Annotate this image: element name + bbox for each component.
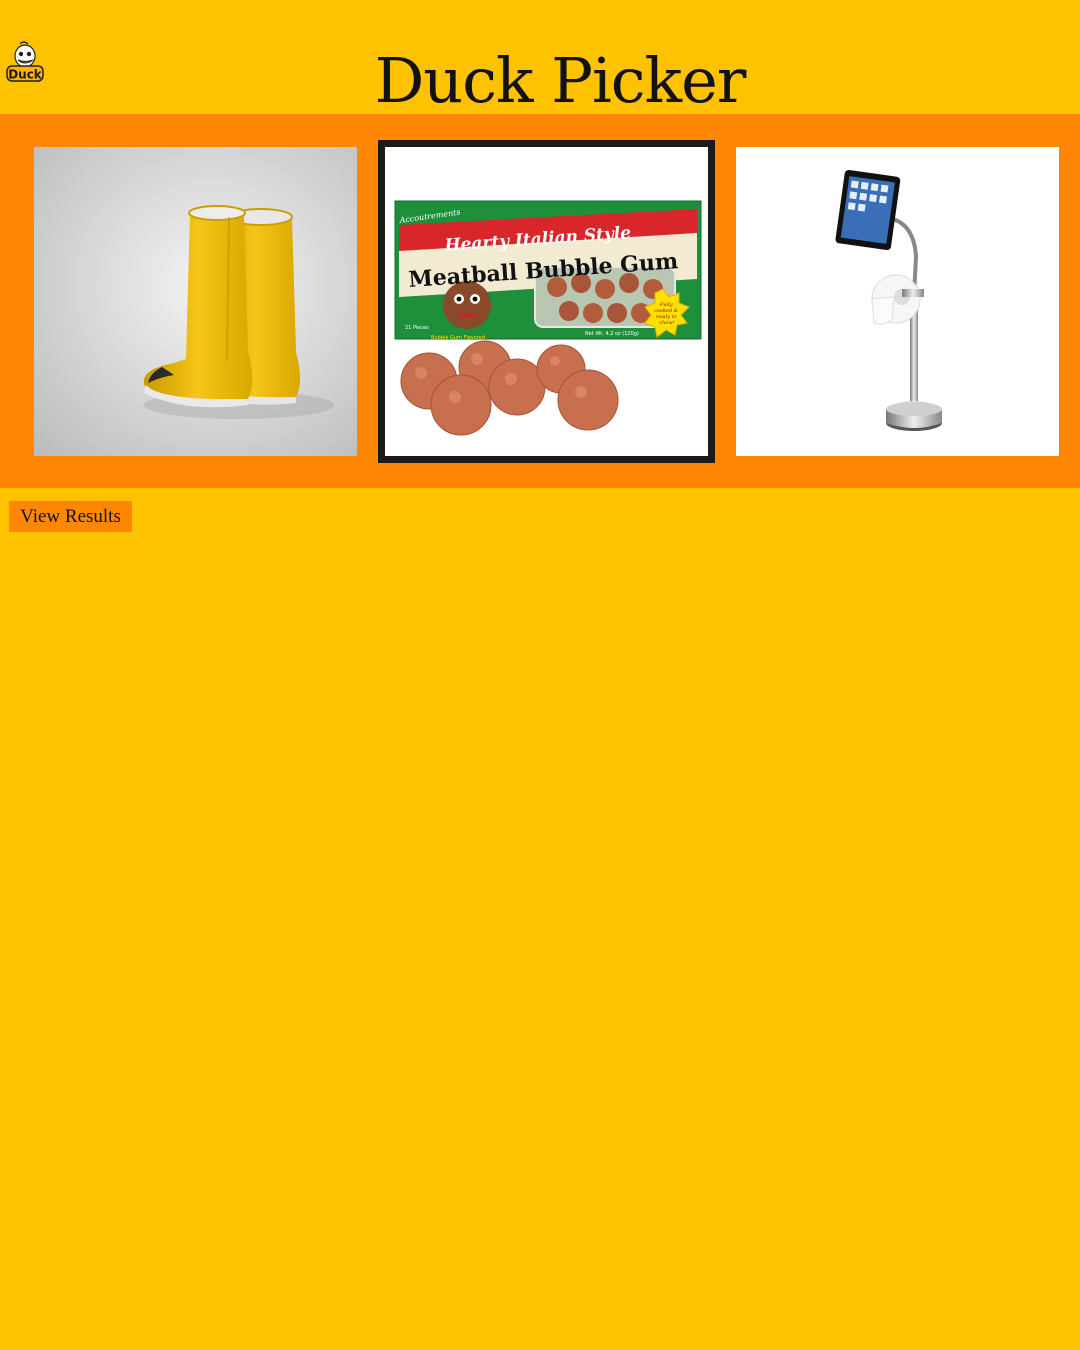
product-card-rain-boots[interactable]: [34, 147, 357, 456]
product-card-meatball-gum[interactable]: Accoutrements Hearty Italian Style Meatb…: [378, 140, 715, 463]
package-pieces: 21 Pieces: [405, 325, 429, 331]
page-header: Duck Duck Picker: [0, 0, 1080, 117]
product-card-tablet-stand[interactable]: [736, 147, 1059, 456]
package-flavor: Bubble Gum Flavored: [431, 335, 485, 341]
tablet-stand-image: [736, 147, 1059, 456]
package-weight: Net Wt. 4.2 oz (120g): [585, 331, 639, 337]
view-results-button[interactable]: View Results: [9, 501, 132, 532]
rain-boots-image: [34, 147, 357, 456]
page-title: Duck Picker: [374, 44, 747, 117]
meatball-gum-image: Accoutrements Hearty Italian Style Meatb…: [385, 147, 708, 456]
product-choices: Accoutrements Hearty Italian Style Meatb…: [0, 114, 1080, 488]
